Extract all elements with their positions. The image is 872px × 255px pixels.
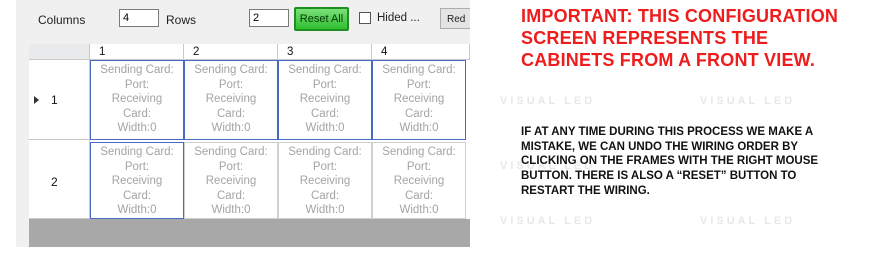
toolbar: Columns Rows Reset All Hided ... Red xyxy=(16,0,470,40)
sending-card-text: Sending Card: xyxy=(100,64,174,76)
watermark-logo: VISUAL LED xyxy=(700,95,796,107)
receiving-text: Receiving xyxy=(299,93,351,105)
card-text: Card: xyxy=(216,107,246,120)
receiving-text: Receiving xyxy=(111,175,163,187)
grid-corner xyxy=(29,44,90,60)
card-text: Card: xyxy=(216,189,246,202)
instructions-text: IF AT ANY TIME DURING THIS PROCESS WE MA… xyxy=(521,126,819,197)
width-text: Width:0 xyxy=(211,204,251,216)
sending-card-text: Sending Card: xyxy=(194,64,268,76)
sending-card-text: Sending Card: xyxy=(382,146,456,158)
card-text: Card: xyxy=(122,189,152,202)
port-text: Port: xyxy=(312,78,338,91)
width-text: Width:0 xyxy=(117,204,157,216)
cabinet-cell[interactable]: Sending Card: Port: Receiving Card: Widt… xyxy=(184,60,278,140)
row-header[interactable]: 2 xyxy=(29,140,90,219)
cabinet-cell[interactable]: Sending Card: Port: Receiving Card: Widt… xyxy=(90,60,184,140)
watermark-logo: VISUAL LED xyxy=(500,215,596,227)
receiving-text: Receiving xyxy=(299,175,351,187)
red-button[interactable]: Red xyxy=(440,8,470,29)
width-text: Width:0 xyxy=(117,122,157,134)
receiving-text: Receiving xyxy=(111,93,163,105)
port-text: Port: xyxy=(406,160,432,173)
width-text: Width:0 xyxy=(399,122,439,134)
sending-card-text: Sending Card: xyxy=(100,146,174,158)
port-text: Port: xyxy=(124,160,150,173)
rows-label: Rows xyxy=(166,13,197,27)
row-number: 1 xyxy=(51,93,58,107)
current-row-arrow-icon xyxy=(34,96,39,104)
width-text: Width:0 xyxy=(399,204,439,216)
watermark-logo: VISUAL LED xyxy=(500,95,596,107)
row-number: 2 xyxy=(51,175,58,189)
column-header: 3 xyxy=(278,44,372,60)
sending-card-text: Sending Card: xyxy=(194,146,268,158)
receiving-text: Receiving xyxy=(205,175,257,187)
card-text: Card: xyxy=(122,107,152,120)
card-text: Card: xyxy=(310,107,340,120)
hided-checkbox[interactable] xyxy=(359,12,371,24)
grid-empty-area xyxy=(29,219,470,247)
sending-card-text: Sending Card: xyxy=(288,146,362,158)
hided-label: Hided ... xyxy=(377,12,420,24)
reset-all-button[interactable]: Reset All xyxy=(294,7,349,31)
width-text: Width:0 xyxy=(211,122,251,134)
port-text: Port: xyxy=(312,160,338,173)
cabinet-cell[interactable]: Sending Card: Port: Receiving Card: Widt… xyxy=(372,142,466,219)
column-header: 2 xyxy=(184,44,278,60)
sending-card-text: Sending Card: xyxy=(288,64,362,76)
important-heading: IMPORTANT: THIS CONFIGURATION SCREEN REP… xyxy=(521,6,839,70)
receiving-text: Receiving xyxy=(393,175,445,187)
row-header[interactable]: 1 xyxy=(29,60,90,140)
column-header: 4 xyxy=(372,44,470,60)
watermark-logo: VISUAL LED xyxy=(700,215,796,227)
port-text: Port: xyxy=(218,78,244,91)
port-text: Port: xyxy=(124,78,150,91)
card-text: Card: xyxy=(404,107,434,120)
rows-input[interactable] xyxy=(249,9,289,27)
sending-card-text: Sending Card: xyxy=(382,64,456,76)
columns-label: Columns xyxy=(38,13,86,27)
cabinet-cell[interactable]: Sending Card: Port: Receiving Card: Widt… xyxy=(278,142,372,219)
card-text: Card: xyxy=(310,189,340,202)
receiving-text: Receiving xyxy=(393,93,445,105)
cabinet-cell[interactable]: Sending Card: Port: Receiving Card: Widt… xyxy=(278,60,372,140)
grid-left-margin xyxy=(16,40,29,247)
column-header: 1 xyxy=(90,44,184,60)
cabinet-cell[interactable]: Sending Card: Port: Receiving Card: Widt… xyxy=(372,60,466,140)
port-text: Port: xyxy=(406,78,432,91)
cabinet-cell[interactable]: Sending Card: Port: Receiving Card: Widt… xyxy=(184,142,278,219)
card-text: Card: xyxy=(404,189,434,202)
columns-input[interactable] xyxy=(119,9,159,27)
cabinet-config-panel: Columns Rows Reset All Hided ... Red 1 2… xyxy=(16,0,470,247)
cabinet-grid: 1 2 3 4 1 2 Sending Card: Port: Receivin… xyxy=(29,44,470,219)
width-text: Width:0 xyxy=(305,204,345,216)
cabinet-cell[interactable]: Sending Card: Port: Receiving Card: Widt… xyxy=(90,142,184,219)
port-text: Port: xyxy=(218,160,244,173)
receiving-text: Receiving xyxy=(205,93,257,105)
width-text: Width:0 xyxy=(305,122,345,134)
